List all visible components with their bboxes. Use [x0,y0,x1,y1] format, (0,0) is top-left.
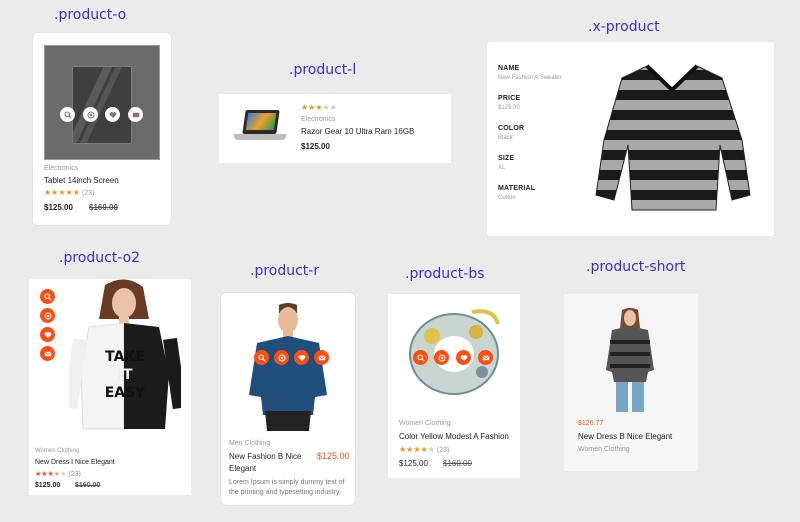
product-r-category[interactable]: Men Clothing [229,440,270,447]
eye-icon [438,354,446,362]
eye-icon [44,312,52,320]
wishlist-button[interactable] [40,327,55,342]
product-r-name-line1[interactable]: New Fashion B Nice [229,452,301,461]
product-bs-rating: ★★★★★ (23) [399,445,450,454]
mail-icon [318,354,326,362]
email-button[interactable] [128,107,143,122]
spec-material-key: MATERIAL [498,185,536,192]
product-o2-card[interactable]: TAKE IT EASY Women Clothing New Dress I … [29,279,191,495]
spec-color-value: Black [498,135,513,141]
heart-icon [109,111,117,119]
product-o-image[interactable] [44,45,160,160]
shirt-text-easy: EASY [105,385,146,401]
heart-icon [298,354,306,362]
product-l-card[interactable]: ★★★★★ Electronics Razor Gear 10 Ultra Ra… [219,94,451,163]
product-o2-category[interactable]: Women Clothing [35,448,79,454]
zoom-icon [417,354,425,362]
heart-icon [44,331,52,339]
product-bs-price: $125.00 [399,459,428,468]
product-short-name[interactable]: New Dress B Nice Elegant [578,432,672,441]
product-o-name[interactable]: Tablet 14inch Screen [44,176,119,185]
product-bs-category[interactable]: Women Clothing [399,420,451,427]
spec-size-value: XL [498,165,506,171]
zoom-icon [258,354,266,362]
label-product-o: .product-o [54,7,127,23]
label-product-r: .product-r [250,263,320,279]
shirt-text-it: IT [118,367,133,383]
email-button[interactable] [478,350,493,365]
spec-name-key: NAME [498,65,520,72]
spec-size-key: SIZE [498,155,515,162]
product-short-card[interactable]: $126.77 New Dress B Nice Elegant Women C… [564,294,698,471]
product-l-category[interactable]: Electronics [301,116,335,123]
product-o2-name[interactable]: New Dress I Nice Elegant [35,459,115,466]
product-r-price: $125.00 [317,451,350,461]
spec-price-value: $125.00 [498,105,520,111]
wishlist-button[interactable] [105,107,120,122]
product-bs-reviews: (23) [436,447,450,454]
email-button[interactable] [314,350,329,365]
product-bs-name[interactable]: Color Yellow Modest A Fashion [399,432,509,441]
laptop-image[interactable] [232,108,288,146]
label-product-o2: .product-o2 [59,250,141,266]
spec-name-value: New Fashion A Sweater [498,75,562,81]
mail-icon [132,111,140,119]
product-short-category[interactable]: Women Clothing [578,446,630,453]
product-l-name[interactable]: Razor Gear 10 Ultra Ram 16GB [301,127,414,136]
quick-view-button[interactable] [434,350,449,365]
product-r-desc-line1: Lorem Ipsum is simply dummy text of [229,479,345,486]
quick-view-button[interactable] [40,308,55,323]
mail-icon [482,354,490,362]
product-bs-old-price: $160.00 [443,459,472,468]
tablet-device [72,66,132,144]
product-r-name-line2[interactable]: Elegant [229,464,256,473]
label-product-short: .product-short [586,259,686,275]
zoom-button[interactable] [413,350,428,365]
man-sweater-image[interactable] [245,303,331,433]
zoom-button[interactable] [60,107,75,122]
product-o-reviews: (23) [81,190,95,197]
zoom-button[interactable] [254,350,269,365]
label-x-product: .x-product [588,19,660,35]
product-r-card[interactable]: Men Clothing New Fashion B Nice Elegant … [220,292,356,506]
woman-sweater-image[interactable] [602,308,658,414]
product-o-category[interactable]: Electronics [44,165,78,172]
product-o2-reviews: (23) [68,471,81,478]
product-o2-rating: ★★★★★ (23) [35,471,81,478]
x-product-card[interactable]: NAME New Fashion A Sweater PRICE $125.00… [487,42,774,236]
wishlist-button[interactable] [294,350,309,365]
product-o-old-price: $160.00 [89,203,118,212]
spec-material-value: Cotton [498,195,516,201]
product-o2-price: $125.00 [35,482,61,489]
quick-view-button[interactable] [274,350,289,365]
product-o-price: $125.00 [44,203,73,212]
zoom-icon [64,111,72,119]
product-r-desc-line2: the printing and typesetting industry. [229,489,341,496]
product-short-price: $126.77 [578,420,604,427]
product-l-price: $125.00 [301,142,330,151]
wishlist-button[interactable] [456,350,471,365]
heart-icon [460,354,468,362]
shirt-text-take: TAKE [105,349,145,365]
spec-color-key: COLOR [498,125,525,132]
woman-tshirt-image[interactable]: TAKE IT EASY [69,279,181,439]
product-bs-card[interactable]: Women Clothing Color Yellow Modest A Fas… [388,294,520,478]
zoom-icon [44,293,52,301]
product-o-rating: ★★★★★ (23) [44,188,95,197]
zoom-button[interactable] [40,289,55,304]
product-o2-old-price: $160.00 [75,482,101,489]
mail-icon [44,350,52,358]
spec-price-key: PRICE [498,95,521,102]
product-o-card[interactable]: Electronics Tablet 14inch Screen ★★★★★ (2… [32,32,172,226]
eye-icon [278,354,286,362]
product-l-rating: ★★★★★ [301,103,337,112]
label-product-l: .product-l [289,62,357,78]
quick-view-button[interactable] [83,107,98,122]
striped-sweater-image[interactable] [592,60,752,218]
eye-icon [87,111,95,119]
email-button[interactable] [40,346,55,361]
label-product-bs: .product-bs [405,266,485,282]
